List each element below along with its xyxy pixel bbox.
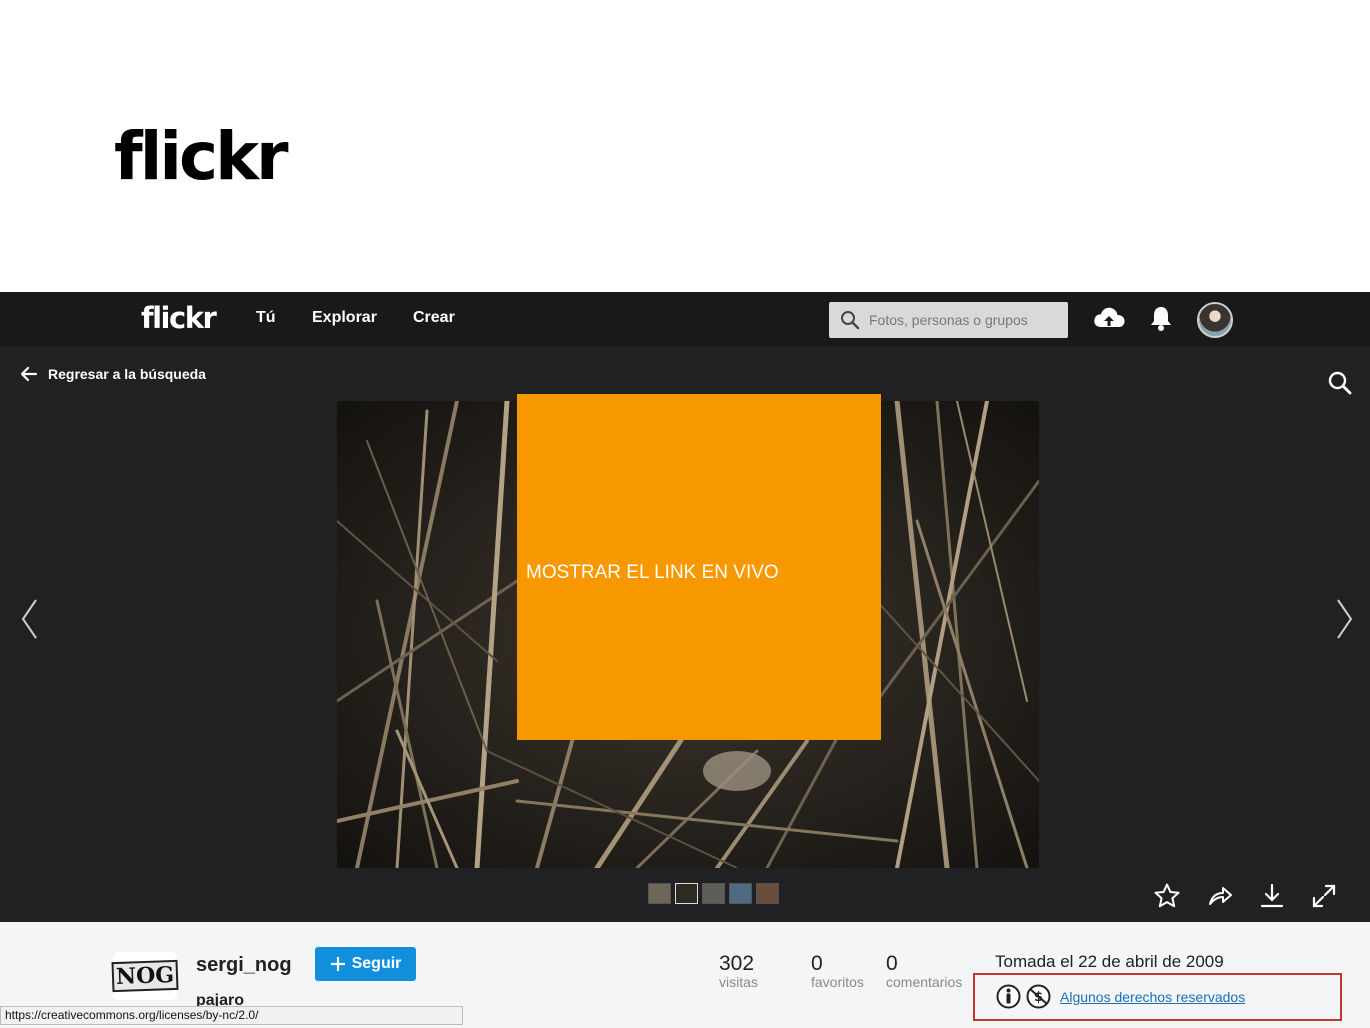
photostream-thumbnails [648,883,779,904]
back-arrow-icon [20,366,38,382]
stat-favorites-label: favoritos [811,974,864,990]
search-icon [841,311,860,330]
nav-link-create[interactable]: Crear [413,309,455,327]
taken-date: Tomada el 22 de abril de 2009 [995,952,1224,971]
top-navigation: flickr Tú Explorar Crear [0,292,1370,346]
stat-comments: 0 comentarios [886,952,962,990]
download-icon[interactable] [1258,882,1286,910]
expand-icon[interactable] [1310,882,1338,910]
stat-favorites: 0 favoritos [811,952,864,990]
thumbnail[interactable] [756,883,779,904]
nav-link-you[interactable]: Tú [256,309,276,327]
upload-cloud-icon[interactable] [1092,305,1126,331]
user-avatar[interactable] [1197,302,1233,338]
overlay-text: MOSTRAR EL LINK EN VIVO [526,562,779,583]
star-icon[interactable] [1153,882,1181,910]
thumbnail[interactable] [702,883,725,904]
stat-views: 302 visitas [719,952,758,990]
search-icon[interactable] [1327,370,1353,396]
live-link-overlay: MOSTRAR EL LINK EN VIVO [517,394,881,740]
owner-avatar-text: NOG [111,959,179,993]
share-icon[interactable] [1206,882,1234,910]
follow-button-label: Seguir [351,955,402,972]
thumbnail[interactable] [648,883,671,904]
thumbnail-current[interactable] [675,883,698,904]
license-highlight-box [973,973,1342,1021]
stat-views-label: visitas [719,974,758,990]
chevron-left-icon[interactable] [18,598,40,640]
slide-logo: flickr [114,118,289,195]
search-input[interactable] [869,302,1064,338]
status-bar-url: https://creativecommons.org/licenses/by-… [0,1006,463,1025]
owner-avatar[interactable]: NOG [111,952,179,1000]
back-link-label: Regresar a la búsqueda [48,366,206,382]
back-to-search-link[interactable]: Regresar a la búsqueda [20,366,206,382]
stat-comments-label: comentarios [886,974,963,990]
bell-icon[interactable] [1149,305,1173,333]
owner-name[interactable]: sergi_nog [196,954,292,977]
chevron-right-icon[interactable] [1334,598,1356,640]
follow-button[interactable]: Seguir [315,947,416,981]
thumbnail[interactable] [729,883,752,904]
stat-comments-number: 0 [886,952,898,975]
nav-link-explore[interactable]: Explorar [312,309,377,327]
flickr-photo-page: flickr Tú Explorar Crear Regresar a la b… [0,292,1370,1028]
stat-favorites-number: 0 [811,952,823,975]
flickr-logo[interactable]: flickr [141,301,217,335]
search-box[interactable] [829,302,1068,338]
plus-icon [330,957,345,971]
stat-views-number: 302 [719,952,755,975]
